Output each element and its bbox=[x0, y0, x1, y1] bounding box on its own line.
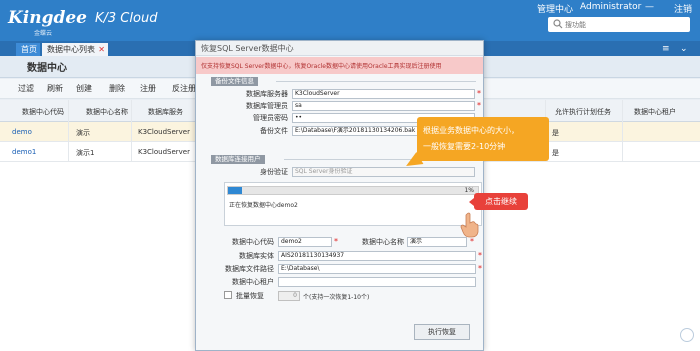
column-divider bbox=[622, 100, 623, 162]
warning-text: 仅支持恢复SQL Server数据中心，恢复Oracle数据中心请使用Oracl… bbox=[201, 63, 442, 70]
auth-label: 身份验证 bbox=[260, 168, 288, 176]
function-search[interactable] bbox=[548, 17, 690, 32]
col-header-server[interactable]: 数据库服务 bbox=[148, 107, 183, 117]
chevron-down-icon[interactable]: ⌄ bbox=[680, 44, 688, 54]
server-field[interactable]: K3CloudServer bbox=[292, 89, 475, 99]
progress-fill bbox=[228, 187, 242, 194]
col-header-allow[interactable]: 允许执行计划任务 bbox=[555, 107, 611, 117]
db-entity-label: 数据库实体 bbox=[239, 252, 274, 260]
row-code[interactable]: demo1 bbox=[12, 148, 36, 156]
product-name: K/3 Cloud bbox=[95, 11, 158, 26]
warning-banner: 仅支持恢复SQL Server数据中心，恢复Oracle数据中心请使用Oracl… bbox=[196, 57, 483, 74]
batch-hint: 个(支持一次恢复1-10个) bbox=[303, 294, 370, 301]
batch-stepper[interactable]: 0 bbox=[278, 291, 300, 301]
db-path-field[interactable]: E:\Database\ bbox=[278, 264, 476, 274]
row-name: 演示 bbox=[76, 129, 90, 137]
required-mark: * bbox=[334, 237, 338, 246]
db-path-label: 数据库文件路径 bbox=[225, 265, 274, 273]
logo-subtitle: 金蝶云 bbox=[34, 30, 53, 37]
auth-select[interactable]: SQL Server身份验证 bbox=[292, 167, 475, 177]
function-search-input[interactable] bbox=[565, 18, 685, 31]
logout-link[interactable]: 注销 bbox=[674, 2, 692, 15]
row-allow: 是 bbox=[552, 149, 559, 157]
section-auth: 数据库连接用户 bbox=[211, 155, 265, 164]
progress-message: 正在恢复数据中心demo2 bbox=[229, 202, 298, 209]
required-mark: * bbox=[477, 101, 481, 110]
tip-callout: 根据业务数据中心的大小， 一般恢复需要2-10分钟 bbox=[402, 117, 549, 173]
close-icon[interactable]: ✕ bbox=[98, 43, 105, 56]
tenant-field[interactable] bbox=[278, 277, 476, 287]
dc-code-field[interactable]: demo2 bbox=[278, 237, 332, 247]
execute-restore-button[interactable]: 执行恢复 bbox=[414, 324, 470, 340]
server-label: 数据库服务器 bbox=[246, 90, 288, 98]
row-server: K3CloudServer bbox=[138, 128, 190, 136]
backup-file-label: 备份文件 bbox=[260, 127, 288, 135]
batch-label: 批量恢复 bbox=[236, 292, 264, 300]
section-divider bbox=[276, 81, 476, 82]
dc-code-label: 数据中心代码 bbox=[232, 238, 274, 246]
row-server: K3CloudServer bbox=[138, 148, 190, 156]
dialog-title: 恢复SQL Server数据中心 bbox=[201, 44, 294, 53]
menu-icon[interactable]: ≡ bbox=[662, 44, 670, 54]
dialog-title-bar[interactable]: 恢复SQL Server数据中心 bbox=[196, 41, 483, 56]
progress-bar: 1% bbox=[227, 186, 479, 195]
row-code[interactable]: demo bbox=[12, 128, 32, 136]
org-menu[interactable]: — bbox=[645, 2, 654, 12]
callout-pointer bbox=[469, 198, 474, 206]
password-label: 管理员密码 bbox=[253, 114, 288, 122]
admin-label: 数据库管理员 bbox=[246, 102, 288, 110]
tip-line-1: 根据业务数据中心的大小， bbox=[423, 126, 519, 135]
user-menu[interactable]: Administrator bbox=[580, 2, 641, 12]
unregister-button[interactable]: 反注册 bbox=[172, 83, 196, 94]
progress-percent: 1% bbox=[464, 187, 474, 194]
required-mark: * bbox=[477, 89, 481, 98]
col-header-code[interactable]: 数据中心代码 bbox=[22, 107, 64, 117]
search-icon bbox=[553, 19, 563, 29]
progress-panel: 1% 正在恢复数据中心demo2 bbox=[224, 182, 482, 226]
kingdee-logo: Kingdee 金蝶云 K/3 Cloud bbox=[8, 8, 157, 37]
refresh-button[interactable]: 刷新 bbox=[47, 83, 63, 94]
section-backup: 备份文件信息 bbox=[211, 77, 258, 86]
column-divider bbox=[68, 100, 69, 162]
click-continue-callout: 点击继续 bbox=[469, 193, 528, 210]
required-mark: * bbox=[478, 251, 482, 260]
tab-label: 数据中心列表 bbox=[47, 45, 95, 54]
delete-button[interactable]: 删除 bbox=[109, 83, 125, 94]
chat-icon[interactable] bbox=[680, 328, 694, 342]
register-button[interactable]: 注册 bbox=[140, 83, 156, 94]
dc-name-field[interactable]: 演示 bbox=[407, 237, 467, 247]
col-header-name[interactable]: 数据中心名称 bbox=[86, 107, 128, 117]
required-mark: * bbox=[478, 264, 482, 273]
click-continue-text: 点击继续 bbox=[485, 197, 517, 206]
column-divider bbox=[131, 100, 132, 162]
restore-dialog: 恢复SQL Server数据中心 仅支持恢复SQL Server数据中心，恢复O… bbox=[195, 40, 484, 351]
admin-field[interactable]: sa bbox=[292, 101, 475, 111]
tip-line-2: 一般恢复需要2-10分钟 bbox=[423, 142, 506, 151]
create-button[interactable]: 创建 bbox=[76, 83, 92, 94]
tab-home[interactable]: 首页 bbox=[16, 43, 40, 56]
row-allow: 是 bbox=[552, 129, 559, 137]
col-header-tenant[interactable]: 数据中心租户 bbox=[634, 107, 676, 117]
tenant-label: 数据中心租户 bbox=[232, 278, 274, 286]
batch-checkbox[interactable] bbox=[224, 291, 232, 299]
admin-center-menu[interactable]: 管理中心 bbox=[537, 2, 573, 15]
pointer-hand-icon bbox=[460, 212, 479, 238]
filter-button[interactable]: 过滤 bbox=[18, 83, 34, 94]
top-bar: Kingdee 金蝶云 K/3 Cloud 管理中心 Administrator… bbox=[0, 0, 700, 41]
logo-text: Kingdee bbox=[8, 8, 87, 28]
required-mark: * bbox=[470, 237, 474, 246]
dc-name-label: 数据中心名称 bbox=[362, 238, 404, 246]
row-name: 演示1 bbox=[76, 149, 95, 157]
tab-datacenter-list[interactable]: 数据中心列表 ✕ bbox=[42, 43, 108, 56]
db-entity-field[interactable]: AIS20181130134937 bbox=[278, 251, 476, 261]
page-title: 数据中心 bbox=[27, 63, 67, 74]
